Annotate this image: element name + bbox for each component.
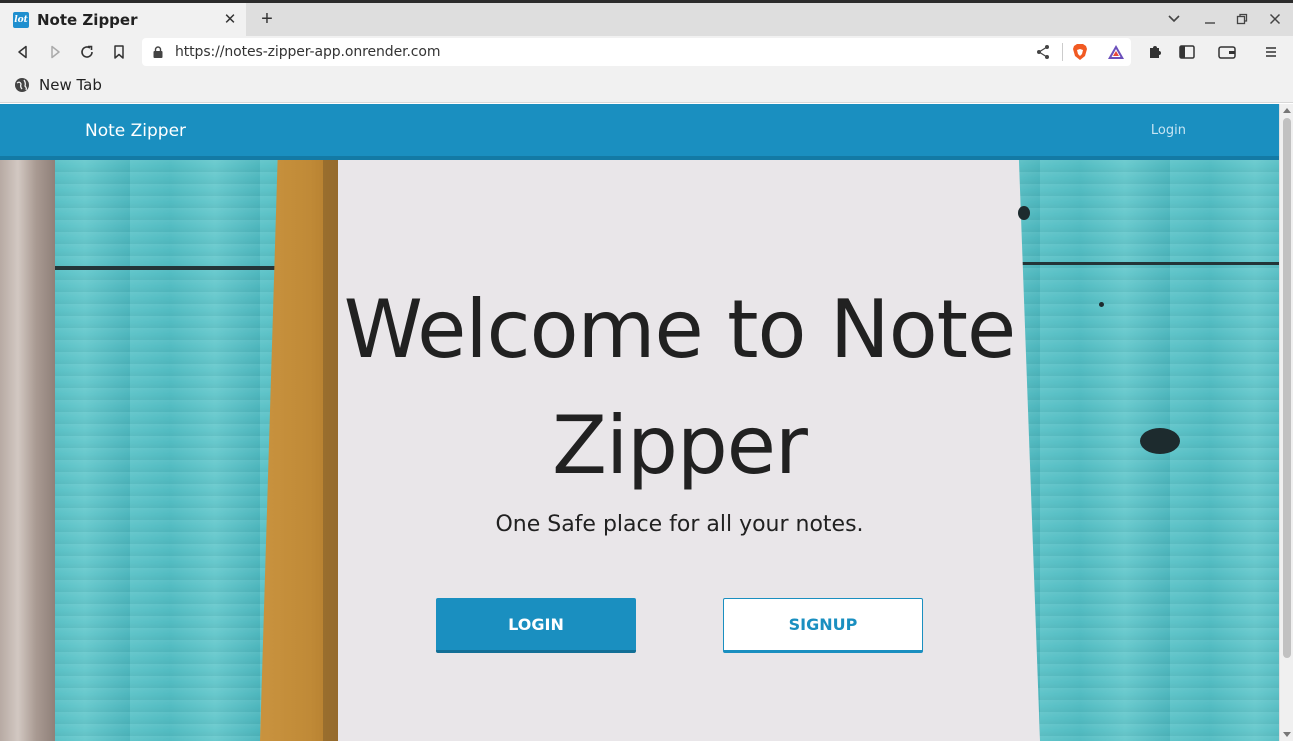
- scroll-down-arrow-icon[interactable]: [1283, 732, 1291, 737]
- page-scrollbar[interactable]: [1279, 104, 1293, 741]
- brave-shield-icon[interactable]: [1071, 43, 1089, 61]
- new-tab-button[interactable]: +: [256, 8, 278, 30]
- address-bar[interactable]: https://notes-zipper-app.onrender.com: [142, 38, 1131, 66]
- nav-login-link[interactable]: Login: [1151, 123, 1186, 138]
- hero-content: Welcome to Note Zipper One Safe place fo…: [338, 160, 1021, 741]
- globe-icon: [15, 78, 29, 92]
- share-icon[interactable]: [1035, 44, 1051, 60]
- wood-knot: [1099, 302, 1104, 307]
- lock-icon: [153, 46, 163, 58]
- wallet-icon[interactable]: [1217, 42, 1237, 62]
- bookmark-new-tab[interactable]: New Tab: [14, 76, 102, 94]
- cardboard-edge: [323, 160, 339, 741]
- note-zipper-favicon-icon: lot: [13, 11, 29, 28]
- scroll-up-arrow-icon[interactable]: [1283, 108, 1291, 113]
- bookmark-icon[interactable]: [109, 42, 129, 62]
- bookmark-label: New Tab: [39, 76, 102, 94]
- minimize-icon[interactable]: [1200, 9, 1220, 29]
- page-viewport: Note Zipper Login Welcome to Note Zipper…: [0, 104, 1279, 741]
- tab-close-icon[interactable]: ✕: [222, 11, 238, 28]
- login-button[interactable]: LOGIN: [436, 598, 636, 653]
- browser-tab[interactable]: lot Note Zipper ✕: [0, 3, 246, 36]
- hero-subtitle: One Safe place for all your notes.: [495, 512, 864, 537]
- close-window-icon[interactable]: [1265, 9, 1285, 29]
- reload-icon[interactable]: [77, 42, 97, 62]
- scroll-thumb[interactable]: [1283, 118, 1291, 658]
- weathered-board: [0, 160, 55, 741]
- brand-link[interactable]: Note Zipper: [85, 121, 186, 141]
- extensions-icon[interactable]: [1145, 42, 1165, 62]
- plank-gap: [50, 266, 300, 270]
- hero-title: Welcome to Note Zipper: [343, 283, 1016, 492]
- tab-strip: lot Note Zipper ✕ +: [0, 0, 1293, 36]
- wood-knot: [1140, 428, 1180, 454]
- forward-icon[interactable]: [45, 42, 65, 62]
- menu-icon[interactable]: [1261, 42, 1281, 62]
- browser-toolbar: https://notes-zipper-app.onrender.com: [0, 36, 1293, 68]
- back-icon[interactable]: [13, 42, 33, 62]
- bookmarks-bar: New Tab: [0, 68, 1293, 103]
- sidebar-icon[interactable]: [1177, 42, 1197, 62]
- url-text[interactable]: https://notes-zipper-app.onrender.com: [175, 44, 441, 60]
- tab-list-chevron-down-icon[interactable]: [1164, 9, 1184, 29]
- tab-title: Note Zipper: [37, 10, 138, 29]
- plank-gap: [1020, 262, 1279, 265]
- url-divider: [1062, 43, 1063, 61]
- signup-button[interactable]: SIGNUP: [723, 598, 923, 653]
- hero-section: Welcome to Note Zipper One Safe place fo…: [0, 160, 1279, 741]
- brave-rewards-icon[interactable]: [1107, 44, 1125, 60]
- restore-icon[interactable]: [1232, 9, 1252, 29]
- app-navbar: Note Zipper Login: [0, 104, 1279, 160]
